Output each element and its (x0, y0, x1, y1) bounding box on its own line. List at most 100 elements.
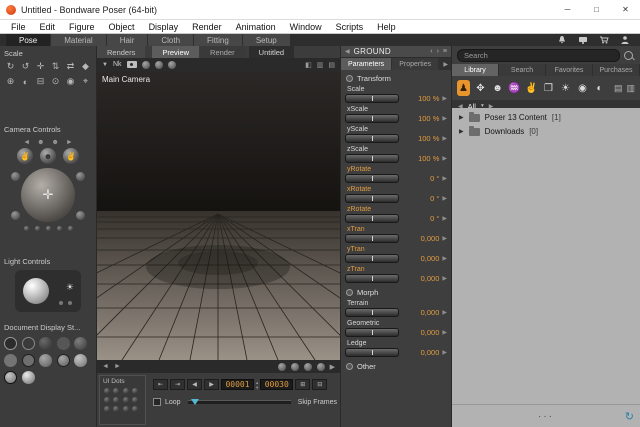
param-dial[interactable] (345, 348, 399, 357)
ui-dot[interactable] (123, 388, 129, 394)
display-style-swatch[interactable] (39, 337, 52, 350)
preview-tab[interactable]: Preview (152, 46, 199, 58)
param-value[interactable]: 0 ° (402, 194, 439, 203)
menu-window[interactable]: Window (283, 22, 329, 32)
style-ball-icon[interactable] (304, 363, 312, 371)
lights-category-icon[interactable]: ☀ (559, 80, 572, 96)
maximize-button[interactable]: □ (582, 0, 611, 19)
camera-move-ball[interactable] (76, 211, 85, 220)
step-back-button[interactable]: ◀ (187, 379, 202, 390)
menu-display[interactable]: Display (142, 22, 186, 32)
ui-dot[interactable] (104, 406, 110, 412)
section-morph[interactable]: Morph (341, 285, 451, 299)
3d-viewport[interactable]: Main Camera (97, 71, 340, 360)
light-dot[interactable] (68, 301, 72, 305)
ui-dot[interactable] (132, 388, 138, 394)
tree-item-downloads[interactable]: ▶ Downloads [0] (452, 122, 640, 136)
current-frame-field[interactable]: 00001 (221, 379, 254, 390)
param-value[interactable]: 100 % (402, 154, 439, 163)
camera-dot[interactable] (68, 226, 73, 231)
param-value[interactable]: 100 % (402, 114, 439, 123)
document-title-tab[interactable]: Untitled (249, 46, 294, 58)
tab-cloth[interactable]: Cloth (148, 34, 193, 46)
timeline-scrubber[interactable] (188, 400, 291, 404)
search-input[interactable] (457, 49, 620, 62)
loop-checkbox[interactable] (153, 398, 161, 406)
left-hand-camera-button[interactable]: ✌ (17, 148, 33, 164)
frame-spinner[interactable]: ▴ ▾ (256, 380, 258, 390)
light-trackball[interactable] (23, 278, 49, 304)
view-layout-icon[interactable]: ▥ (317, 61, 324, 69)
param-value[interactable]: 0,000 (402, 308, 439, 317)
param-menu-icon[interactable]: ▶ (442, 155, 447, 162)
more-options-icon[interactable]: ··· (538, 411, 554, 422)
menu-help[interactable]: Help (370, 22, 403, 32)
play-button[interactable]: ▶ (204, 379, 219, 390)
tab-hair[interactable]: Hair (107, 34, 148, 46)
expressions-category-icon[interactable]: ☻ (491, 80, 504, 96)
display-style-swatch[interactable] (4, 337, 17, 350)
next-actor-icon[interactable]: › (437, 48, 439, 55)
tabs-overflow-icon[interactable]: ▶ (443, 58, 451, 70)
param-dial[interactable] (345, 194, 399, 203)
end-frame-field[interactable]: 00030 (260, 379, 293, 390)
renders-palette-tab[interactable]: Renders (97, 46, 145, 58)
spin-down-icon[interactable]: ▾ (256, 385, 258, 390)
color-tool-icon[interactable]: ◐ (18, 75, 33, 88)
menu-scripts[interactable]: Scripts (329, 22, 371, 32)
menu-render[interactable]: Render (185, 22, 229, 32)
param-dial[interactable] (345, 174, 399, 183)
display-style-swatch[interactable] (57, 354, 70, 367)
scale-tool-icon[interactable]: ⇄ (63, 60, 78, 73)
render-tab[interactable]: Render (200, 46, 245, 58)
param-menu-icon[interactable]: ▶ (442, 95, 447, 102)
tab-purchases[interactable]: Purchases (593, 64, 639, 76)
camera-dot[interactable] (46, 226, 51, 231)
param-value[interactable]: 0 ° (402, 174, 439, 183)
camera-next-icon[interactable]: ► (66, 139, 73, 146)
param-value[interactable]: 100 % (402, 94, 439, 103)
translate-inout-tool-icon[interactable]: ⇅ (48, 60, 63, 73)
param-dial[interactable] (345, 234, 399, 243)
param-dial[interactable] (345, 94, 399, 103)
param-dial[interactable] (345, 308, 399, 317)
viewport-camera-label[interactable]: Main Camera (102, 75, 150, 84)
menu-file[interactable]: File (4, 22, 33, 32)
list-view-icon[interactable]: ▥ (627, 83, 636, 94)
dolly-ball-icon[interactable] (168, 61, 176, 69)
ui-dot[interactable] (123, 406, 129, 412)
display-style-swatch[interactable] (57, 337, 70, 350)
hair-category-icon[interactable]: ♒ (508, 80, 521, 96)
cameras-category-icon[interactable]: ◉ (576, 80, 589, 96)
display-style-swatch[interactable] (74, 337, 87, 350)
param-menu-icon[interactable]: ▶ (442, 115, 447, 122)
right-hand-camera-button[interactable]: ✌ (63, 148, 79, 164)
param-menu-icon[interactable]: ▶ (442, 255, 447, 262)
camera-focal-ball[interactable] (11, 211, 20, 220)
head-camera-button[interactable]: ☻ (40, 148, 56, 164)
search-icon[interactable] (624, 51, 633, 60)
current-actor-label[interactable]: GROUND (354, 47, 427, 56)
face-camera-right-icon[interactable]: ☻ (52, 139, 59, 146)
tab-search[interactable]: Search (499, 64, 545, 76)
twist-tool-icon[interactable]: ↺ (18, 60, 33, 73)
param-menu-icon[interactable]: ▶ (442, 309, 447, 316)
camera-selector-caret-icon[interactable]: ▼ (102, 62, 108, 68)
menu-animation[interactable]: Animation (229, 22, 283, 32)
ui-dot[interactable] (113, 406, 119, 412)
next-frame-icon[interactable]: ► (114, 363, 121, 370)
tree-item-poser13-content[interactable]: ▶ Poser 13 Content [1] (452, 108, 640, 122)
camera-dot[interactable] (57, 226, 62, 231)
prev-frame-icon[interactable]: ◄ (102, 363, 109, 370)
morphing-tool-icon[interactable]: ◉ (63, 75, 78, 88)
param-value[interactable]: 0,000 (402, 348, 439, 357)
pan-ball-icon[interactable] (155, 61, 163, 69)
display-style-swatch[interactable] (22, 337, 35, 350)
materials-category-icon[interactable]: ◐ (593, 80, 606, 96)
param-dial[interactable] (345, 114, 399, 123)
go-to-end-button[interactable]: ⇥ (170, 379, 185, 390)
section-transform[interactable]: Transform (341, 71, 451, 85)
param-dial[interactable] (345, 154, 399, 163)
prev-actor-icon[interactable]: ‹ (430, 48, 432, 55)
tab-library[interactable]: Library (452, 64, 498, 76)
